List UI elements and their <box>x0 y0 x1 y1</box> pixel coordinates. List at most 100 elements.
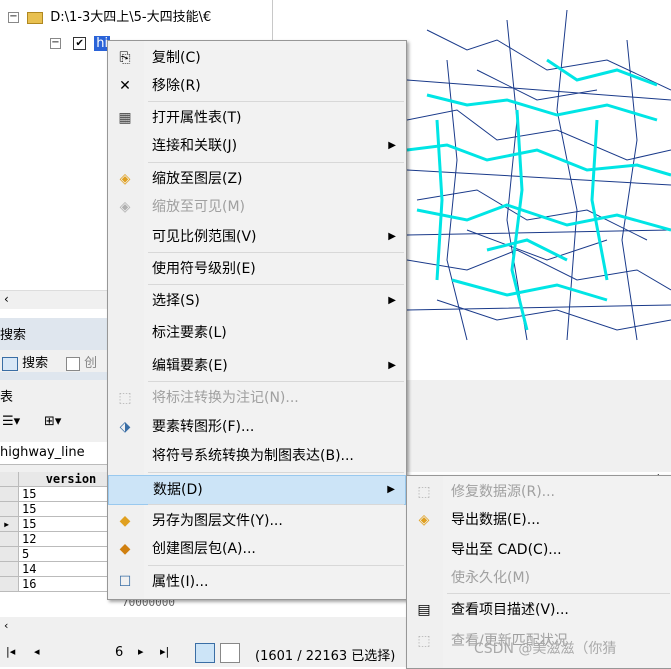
create-button[interactable]: 创 <box>66 352 97 371</box>
menu-item-label: 缩放至可见(M) <box>152 199 246 215</box>
item-description-icon: ▤ <box>417 602 431 618</box>
submenu-arrow-icon: ▶ <box>388 295 396 306</box>
watermark: CSDN @美滋滋（你猜 <box>474 641 617 657</box>
show-selected-records-icon[interactable] <box>220 643 240 663</box>
menu-item-label: 查看项目描述(V)... <box>451 602 569 618</box>
layer-context-menu: ⎘ 复制(C) ✕ 移除(R) ▦ 打开属性表(T) 连接和关联(J) ▶ ◈ 缩放至图层(Z) ◈… <box>107 40 407 600</box>
menu-item-7[interactable]: 使用符号级别(E) <box>108 255 406 283</box>
menu-item-3[interactable]: 连接和关联(J) ▶ <box>108 132 406 160</box>
first-record-icon[interactable]: |◂ <box>6 645 15 658</box>
menu-item-10[interactable]: 编辑要素(E) ▶ <box>108 352 406 380</box>
export-data-icon: ◈ <box>418 512 430 528</box>
menu-item-15[interactable]: ◆ 另存为图层文件(Y)... <box>108 507 406 535</box>
table-options-icon[interactable]: ☰▾ <box>2 414 20 429</box>
copy-icon: ⎘ <box>119 50 131 66</box>
table-row[interactable]: 12 <box>0 531 124 547</box>
convert-labels-icon: ⬚ <box>118 390 132 406</box>
related-tables-icon[interactable]: ⊞▾ <box>44 414 61 429</box>
zoom-layer-icon: ◈ <box>119 171 131 187</box>
collapse-icon[interactable]: − <box>8 12 19 23</box>
menu-separator <box>148 504 404 505</box>
submenu-arrow-icon: ▶ <box>388 360 396 371</box>
menu-item-label: 选择(S) <box>152 293 200 309</box>
table-row[interactable]: 15 <box>0 501 124 517</box>
table-row[interactable]: 16 <box>0 576 124 592</box>
menu-item-11: ⬚ 将标注转换为注记(N)... <box>108 384 406 412</box>
menu-item-label: 移除(R) <box>152 78 201 94</box>
properties-icon: ☐ <box>118 574 132 590</box>
search-icon <box>2 356 18 371</box>
map-view[interactable] <box>407 0 671 350</box>
submenu-item-3: 使永久化(M) <box>407 564 671 592</box>
menu-item-label: 另存为图层文件(Y)... <box>152 513 283 529</box>
menu-item-2[interactable]: ▦ 打开属性表(T) <box>108 104 406 132</box>
menu-item-13[interactable]: 将符号系统转换为制图表达(B)... <box>108 442 406 470</box>
menu-separator <box>148 381 404 382</box>
last-record-icon[interactable]: ▸| <box>160 645 169 658</box>
scroll-left-icon[interactable]: ‹ <box>4 292 9 306</box>
menu-item-label: 可见比例范围(V) <box>152 229 257 245</box>
menu-separator <box>148 284 404 285</box>
table-row[interactable]: 15 <box>0 486 124 502</box>
show-all-records-icon[interactable] <box>195 643 215 663</box>
menu-item-9[interactable]: 标注要素(L) <box>108 319 406 347</box>
features-graphics-icon: ⬗ <box>119 419 131 435</box>
table-icon: ▦ <box>118 110 132 126</box>
scroll-left-icon[interactable]: ‹ <box>4 619 8 632</box>
remove-x-icon: ✕ <box>119 78 131 94</box>
menu-item-14[interactable]: 数据(D) ▶ <box>108 475 406 505</box>
menu-item-12[interactable]: ⬗ 要素转图形(F)... <box>108 413 406 441</box>
menu-item-label: 使永久化(M) <box>451 570 531 586</box>
folder-row[interactable]: − D:\1-3大四上\5-大四技能\€ <box>8 8 211 28</box>
submenu-item-2[interactable]: 导出至 CAD(C)... <box>407 536 671 564</box>
menu-item-label: 将标注转换为注记(N)... <box>152 390 299 406</box>
repair-source-icon: ⬚ <box>417 484 431 500</box>
submenu-item-0: ⬚ 修复数据源(R)... <box>407 478 671 506</box>
menu-item-label: 导出至 CAD(C)... <box>451 542 562 558</box>
table-row[interactable]: 14 <box>0 561 124 577</box>
menu-separator <box>148 565 404 566</box>
menu-item-8[interactable]: 选择(S) ▶ <box>108 287 406 315</box>
menu-separator <box>148 162 404 163</box>
menu-item-label: 数据(D) <box>153 482 203 498</box>
menu-item-label: 创建图层包(A)... <box>152 541 256 557</box>
menu-item-label: 复制(C) <box>152 50 201 66</box>
search-title: 搜索 <box>0 328 27 343</box>
layer-file-icon: ◆ <box>119 513 131 529</box>
menu-item-5: ◈ 缩放至可见(M) <box>108 193 406 221</box>
menu-item-1[interactable]: ✕ 移除(R) <box>108 72 406 100</box>
layer-tab[interactable]: highway_line <box>0 442 107 465</box>
collapse-icon[interactable]: − <box>50 38 61 49</box>
submenu-arrow-icon: ▶ <box>388 140 396 151</box>
menu-separator <box>148 252 404 253</box>
menu-item-label: 缩放至图层(Z) <box>152 171 243 187</box>
attribute-table: version 15 15 ▸ 15 12 5 14 16 <box>0 472 124 592</box>
menu-item-17[interactable]: ☐ 属性(I)... <box>108 568 406 596</box>
submenu-item-1[interactable]: ◈ 导出数据(E)... <box>407 506 671 534</box>
menu-item-4[interactable]: ◈ 缩放至图层(Z) <box>108 165 406 193</box>
menu-item-16[interactable]: ◆ 创建图层包(A)... <box>108 535 406 563</box>
submenu-item-4[interactable]: ▤ 查看项目描述(V)... <box>407 596 671 624</box>
menu-item-label: 使用符号级别(E) <box>152 261 256 277</box>
table-row[interactable]: ▸ 15 <box>0 516 124 532</box>
layer-package-icon: ◆ <box>119 541 131 557</box>
folder-icon <box>27 11 44 24</box>
previous-record-icon[interactable]: ◂ <box>34 645 40 658</box>
menu-item-label: 连接和关联(J) <box>152 138 238 154</box>
table-row[interactable]: 5 <box>0 546 124 562</box>
menu-item-label: 修复数据源(R)... <box>451 484 556 500</box>
submenu-arrow-icon: ▶ <box>387 484 395 495</box>
next-record-icon[interactable]: ▸ <box>138 645 144 658</box>
menu-item-6[interactable]: 可见比例范围(V) ▶ <box>108 223 406 251</box>
search-button[interactable]: 搜索 <box>2 352 48 371</box>
menu-separator <box>148 101 404 102</box>
road-network-map <box>407 9 671 341</box>
menu-item-0[interactable]: ⎘ 复制(C) <box>108 44 406 72</box>
match-status-icon: ⬚ <box>417 633 431 649</box>
layer-visibility-checkbox[interactable]: ✔ <box>73 37 87 50</box>
record-number[interactable]: 6 <box>115 645 123 660</box>
table-title: 表 <box>0 390 14 405</box>
menu-item-label: 要素转图形(F)... <box>152 419 255 435</box>
menu-item-label: 导出数据(E)... <box>451 512 541 528</box>
layer-row[interactable]: − ✔ hi <box>50 34 111 54</box>
